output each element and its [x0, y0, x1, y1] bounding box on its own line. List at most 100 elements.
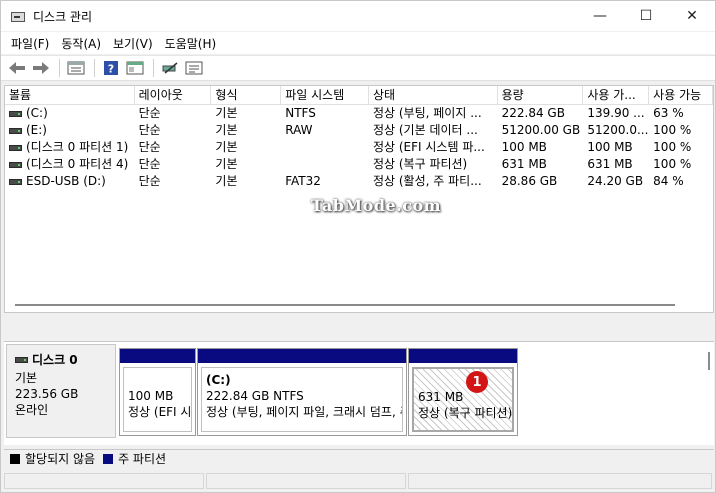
partition-efi[interactable]: 100 MB 정상 (EFI 시스템 파티션) — [119, 348, 196, 436]
volume-list-header: 볼륨 레이아웃 형식 파일 시스템 상태 용량 사용 가... 사용 가능 — [5, 86, 713, 105]
volume-name: (C:) — [26, 106, 48, 120]
menu-help[interactable]: 도움말(H) — [159, 35, 223, 52]
type-cell: 기본 — [215, 157, 238, 171]
percent-free-cell: 100 % — [653, 140, 692, 154]
file-system-cell: NTFS — [285, 106, 316, 120]
file-system-cell — [281, 156, 369, 173]
table-row[interactable]: ESD-USB (D:) 단순 기본 FAT32 정상 (활성, 주 파티...… — [5, 173, 713, 190]
unallocated-swatch — [10, 453, 20, 464]
free-space-cell: 100 MB — [587, 140, 633, 154]
view-button[interactable] — [124, 58, 146, 78]
column-header-volume[interactable]: 볼륨 — [5, 86, 135, 105]
volume-name: ESD-USB (D:) — [26, 174, 106, 188]
capacity-cell: 28.86 GB — [501, 174, 558, 188]
status-cell — [206, 473, 406, 489]
horizontal-scrollbar[interactable] — [5, 298, 713, 312]
column-header-file-system[interactable]: 파일 시스템 — [281, 86, 369, 105]
window-title: 디스크 관리 — [33, 9, 93, 24]
file-system-cell — [281, 139, 369, 156]
percent-free-cell: 84 % — [653, 174, 684, 188]
back-arrow-icon — [9, 62, 25, 74]
type-cell: 기본 — [215, 106, 238, 120]
svg-text:?: ? — [108, 63, 114, 76]
volume-list: 볼륨 레이아웃 형식 파일 시스템 상태 용량 사용 가... 사용 가능 (C… — [4, 85, 714, 313]
partition-recovery[interactable]: 631 MB 정상 (복구 파티션) — [408, 348, 518, 436]
disk-state: 온라인 — [15, 403, 49, 417]
percent-free-cell: 100 % — [653, 157, 692, 171]
percent-free-cell: 63 % — [653, 106, 684, 120]
title-bar: 디스크 관리 — ☐ ✕ — [1, 1, 715, 31]
column-header-status[interactable]: 상태 — [369, 86, 498, 105]
column-header-capacity[interactable]: 용량 — [498, 86, 584, 105]
table-row[interactable]: (C:) 단순 기본 NTFS 정상 (부팅, 페이지 ... 222.84 G… — [5, 105, 713, 122]
forward-button[interactable] — [30, 58, 52, 78]
step-marker-badge: 1 — [466, 371, 488, 393]
menu-bar: 파일(F) 동작(A) 보기(V) 도움말(H) — [1, 32, 715, 54]
partition-status: 정상 (복구 파티션) — [418, 406, 513, 420]
primary-partition-bar — [120, 349, 195, 363]
status-cell — [408, 473, 712, 489]
drive-icon — [9, 110, 22, 117]
partition-status: 정상 (부팅, 페이지 파일, 크래시 덤프, 주 파티션) — [206, 405, 402, 419]
column-header-layout[interactable]: 레이아웃 — [135, 86, 212, 105]
layout-cell: 단순 — [138, 140, 161, 154]
status-cell: 정상 (기본 데이터 ... — [372, 123, 478, 137]
disk-management-window: 디스크 관리 — ☐ ✕ 파일(F) 동작(A) 보기(V) 도움말(H) ? — [0, 0, 716, 493]
column-header-percent-free[interactable]: 사용 가능 — [649, 86, 713, 105]
menu-view[interactable]: 보기(V) — [107, 35, 159, 52]
volume-name: (디스크 0 파티션 1) — [26, 140, 129, 154]
disk-icon — [15, 356, 28, 363]
properties-button[interactable] — [183, 58, 205, 78]
back-button[interactable] — [6, 58, 28, 78]
status-cell: 정상 (복구 파티션) — [372, 157, 468, 171]
partition-c[interactable]: (C:) 222.84 GB NTFS 정상 (부팅, 페이지 파일, 크래시 … — [197, 348, 407, 436]
free-space-cell: 51200.0... — [587, 123, 649, 137]
free-space-cell: 139.90 ... — [587, 106, 645, 120]
volume-name: (디스크 0 파티션 4) — [26, 157, 129, 171]
percent-free-cell: 100 % — [653, 123, 692, 137]
menu-action[interactable]: 동작(A) — [55, 35, 107, 52]
capacity-cell: 222.84 GB — [501, 106, 565, 120]
column-header-type[interactable]: 형식 — [211, 86, 282, 105]
legend-unallocated: 할당되지 않음 — [25, 452, 96, 466]
table-row[interactable]: (E:) 단순 기본 RAW 정상 (기본 데이터 ... 51200.00 G… — [5, 122, 713, 139]
help-icon: ? — [104, 61, 118, 76]
legend: 할당되지 않음 주 파티션 — [4, 449, 714, 467]
status-cell: 정상 (활성, 주 파티... — [372, 174, 482, 188]
menu-file[interactable]: 파일(F) — [5, 35, 55, 52]
partition-size: 631 MB — [418, 390, 464, 404]
view-icon — [126, 61, 144, 75]
column-header-free-space[interactable]: 사용 가... — [583, 86, 650, 105]
table-row[interactable]: (디스크 0 파티션 4) 단순 기본 정상 (복구 파티션) 631 MB 6… — [5, 156, 713, 173]
file-system-cell: RAW — [285, 123, 313, 137]
type-cell: 기본 — [215, 174, 238, 188]
connect-icon — [162, 62, 178, 74]
disk-list-button[interactable] — [65, 58, 87, 78]
layout-cell: 단순 — [138, 157, 161, 171]
free-space-cell: 631 MB — [587, 157, 633, 171]
vertical-scrollbar[interactable] — [708, 352, 710, 370]
drive-icon — [9, 127, 22, 134]
partition-size: 222.84 GB NTFS — [206, 389, 304, 403]
volume-name: (E:) — [26, 123, 47, 137]
minimize-button[interactable]: — — [577, 1, 623, 31]
disk-name: 디스크 0 — [32, 353, 78, 367]
properties-icon — [185, 61, 203, 75]
drive-icon — [9, 144, 22, 151]
disk-info-panel[interactable]: 디스크 0 기본 223.56 GB 온라인 — [6, 344, 116, 438]
disk-type: 기본 — [15, 371, 38, 385]
free-space-cell: 24.20 GB — [587, 174, 644, 188]
layout-cell: 단순 — [138, 123, 161, 137]
watermark: TabMode.com — [311, 196, 442, 215]
toolbar-separator — [94, 59, 95, 77]
primary-partition-bar — [198, 349, 406, 363]
type-cell: 기본 — [215, 123, 238, 137]
table-row[interactable]: (디스크 0 파티션 1) 단순 기본 정상 (EFI 시스템 파... 100… — [5, 139, 713, 156]
status-bar — [1, 469, 715, 492]
disk-size: 223.56 GB — [15, 387, 79, 401]
connect-button[interactable] — [159, 58, 181, 78]
help-button[interactable]: ? — [100, 58, 122, 78]
close-button[interactable]: ✕ — [669, 1, 715, 31]
maximize-button[interactable]: ☐ — [623, 1, 669, 31]
type-cell: 기본 — [215, 140, 238, 154]
